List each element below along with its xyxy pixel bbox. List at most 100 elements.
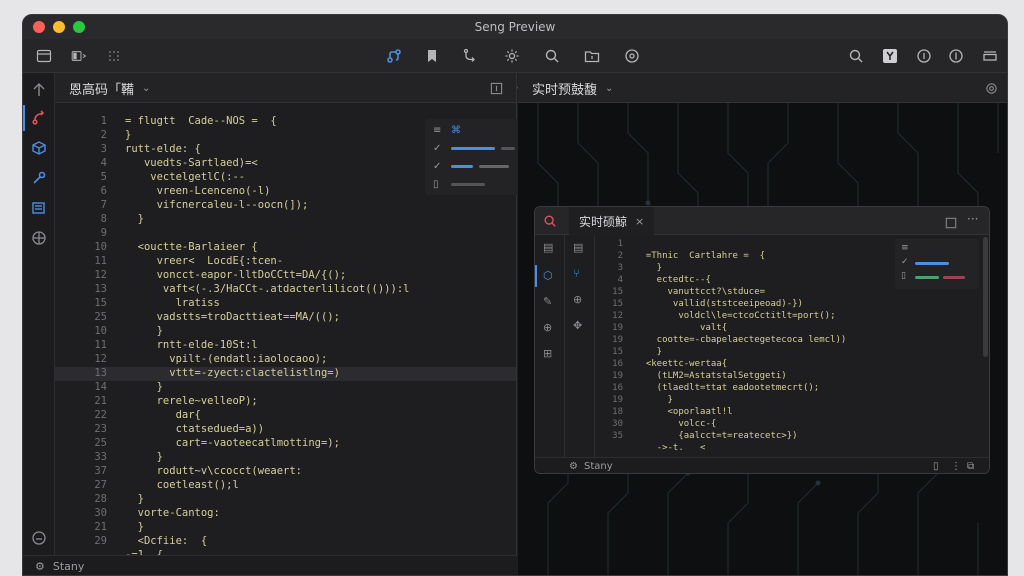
inner-tab[interactable]: 实时硕鯨 × [569,207,655,235]
code-line[interactable]: 10 <ouctte-Barlaieer { [55,241,516,255]
account-badge-icon[interactable] [879,45,901,67]
grid-icon[interactable]: ⊞ [543,347,552,360]
code-text[interactable]: rutt-elde: { [125,143,201,155]
code-text[interactable]: } [125,493,144,505]
code-line[interactable]: 3 } [595,263,989,275]
explorer-icon[interactable]: ⬡ [543,269,553,282]
code-text[interactable]: vttt=-zyect:clactelistlng=) [125,367,340,379]
code-line[interactable]: 23 ctatsedued=a)) [55,423,516,437]
more-actions-icon[interactable]: ··· [967,212,978,226]
layers-icon[interactable] [30,199,48,217]
code-line[interactable]: 33 } [55,451,516,465]
code-text[interactable]: vreen-Lcenceno(-l) [125,185,271,197]
arrows-icon[interactable]: ✥ [573,319,582,332]
code-line[interactable]: 15 vallid(ststceeipeoad)-}) [595,299,989,311]
extensions-icon[interactable] [621,45,643,67]
code-line[interactable]: 27 coetleast();l [55,479,516,493]
code-line[interactable]: 21 rerele~velleoP); [55,395,516,409]
preview-tab[interactable]: 实时预鼓馥 ⌄ [522,73,623,103]
split-editor-icon[interactable] [945,214,957,233]
chevron-down-icon[interactable]: ⌄ [605,83,613,94]
help-icon[interactable] [945,45,967,67]
code-text[interactable]: vectelgetlC(:-- [125,171,245,183]
globe-icon[interactable]: ⊕ [543,321,552,334]
preview-settings-icon[interactable] [984,81,998,95]
code-line[interactable]: 14 } [55,381,516,395]
code-text[interactable]: <ouctte-Barlaieer { [125,241,258,253]
code-line[interactable]: 30 volcc-{ [595,419,989,431]
code-text[interactable]: (tLM2=AstatstalSetggeti) [635,371,787,381]
code-text[interactable]: =Thnic Cartlahre = { [635,251,765,261]
copy-icon[interactable]: ⧉ [967,461,974,472]
outline-row[interactable]: ≡ ⌘ [433,123,517,137]
code-line[interactable]: 1 [595,239,989,251]
split-editor-icon[interactable] [489,81,503,95]
code-text[interactable]: volcc-{ [635,419,716,429]
bookmark-icon[interactable] [421,45,443,67]
source-control-icon[interactable] [30,109,48,127]
branch-icon[interactable]: ⑂ [573,267,580,280]
code-line[interactable]: 2 =Thnic Cartlahre = { [595,251,989,263]
code-text[interactable]: } [125,381,163,393]
merge-icon[interactable] [459,45,481,67]
editor-outline-widget[interactable]: ≡ ⌘ ✓ ✓ ▯ [425,119,519,195]
code-text[interactable]: coetleast();l [125,479,239,491]
close-window-button[interactable] [33,21,45,33]
code-line[interactable]: 12 voncct-eapor-lltDoCCtt=DA/{(); [55,269,516,283]
code-line[interactable]: 22 dar{ [55,409,516,423]
code-line[interactable]: 8 } [55,213,516,227]
chevron-down-icon[interactable]: ⌄ [142,83,150,94]
code-line[interactable]: 25 cart=-vaoteecatlmotting=); [55,437,516,451]
code-text[interactable]: lratiss [125,297,220,309]
code-text[interactable]: valt{ [635,323,727,333]
code-text[interactable]: rntt-elde-10St:l [125,339,258,351]
code-line[interactable]: 4 ectedtc--{ [595,275,989,287]
files-icon[interactable]: ▤ [543,241,553,254]
code-line[interactable]: 13 vaft<(-.3/HaCCt-.atdacterlilicot(()))… [55,283,516,297]
code-line[interactable]: 15 lratiss [55,297,516,311]
code-text[interactable]: cootte=-cbapelaectegetecoca lemcl)) [635,335,847,345]
code-text[interactable]: vadstts=troDacttieat==MA/((); [125,311,340,323]
zoom-window-button[interactable] [73,21,85,33]
code-line[interactable]: 35 {aalcct=t=reatecetc>}) [595,431,989,443]
code-text[interactable]: } [125,451,163,463]
info-icon[interactable] [913,45,935,67]
search-icon[interactable] [541,45,563,67]
panel-toggle-icon[interactable] [979,45,1001,67]
code-line[interactable]: ->-t. < [595,443,989,455]
code-line[interactable]: 18 <oporlaatl!l [595,407,989,419]
outline-row[interactable]: ✓ [433,159,517,173]
code-text[interactable]: {aalcct=t=reatecetc>}) [635,431,797,441]
code-text[interactable]: <oporlaatl!l [635,407,733,417]
minimize-window-button[interactable] [53,21,65,33]
code-line[interactable]: 15 } [595,347,989,359]
code-line[interactable]: 29 <Dcfiie: { [55,535,516,549]
files-icon[interactable]: ▤ [573,241,583,254]
code-line[interactable]: 19 } [595,395,989,407]
search-icon[interactable] [543,213,559,229]
outline-row[interactable]: ▯ [433,177,517,191]
code-line[interactable]: 10 } [55,325,516,339]
code-text[interactable]: dar{ [125,409,201,421]
code-text[interactable]: } [635,347,662,357]
code-text[interactable]: } [125,521,144,533]
code-line[interactable]: 21 } [55,521,516,535]
code-text[interactable]: vaft<(-.3/HaCCt-.atdacterlilicot(())):l [125,283,410,295]
code-text[interactable]: <keettc-wertaa{ [635,359,727,369]
code-text[interactable]: voldcl\le=ctcoCctitlt=port(); [635,311,835,321]
close-icon[interactable]: × [635,215,644,228]
status-gear-icon[interactable]: ⚙ [569,461,578,472]
code-text[interactable]: } [125,325,163,337]
code-text[interactable]: vifcnercaleu-l--oocn(]); [125,199,309,211]
code-text[interactable]: rerele~velleoP); [125,395,258,407]
wrench-icon[interactable] [30,169,48,187]
code-text[interactable]: cart=-vaoteecatlmotting=); [125,437,340,449]
code-line[interactable]: 37 rodutt~v\ccocct(weaert: [55,465,516,479]
code-line[interactable]: 7 vifcnercaleu-l--oocn(]); [55,199,516,213]
code-text[interactable]: <Dcfiie: { [125,535,208,547]
code-text[interactable]: vanuttcct?\stduce= [635,287,766,297]
explorer-icon[interactable] [30,139,48,157]
code-text[interactable]: ectedtc--{ [635,275,711,285]
code-text[interactable]: rodutt~v\ccocct(weaert: [125,465,302,477]
sidebar-toggle-icon[interactable] [33,45,55,67]
